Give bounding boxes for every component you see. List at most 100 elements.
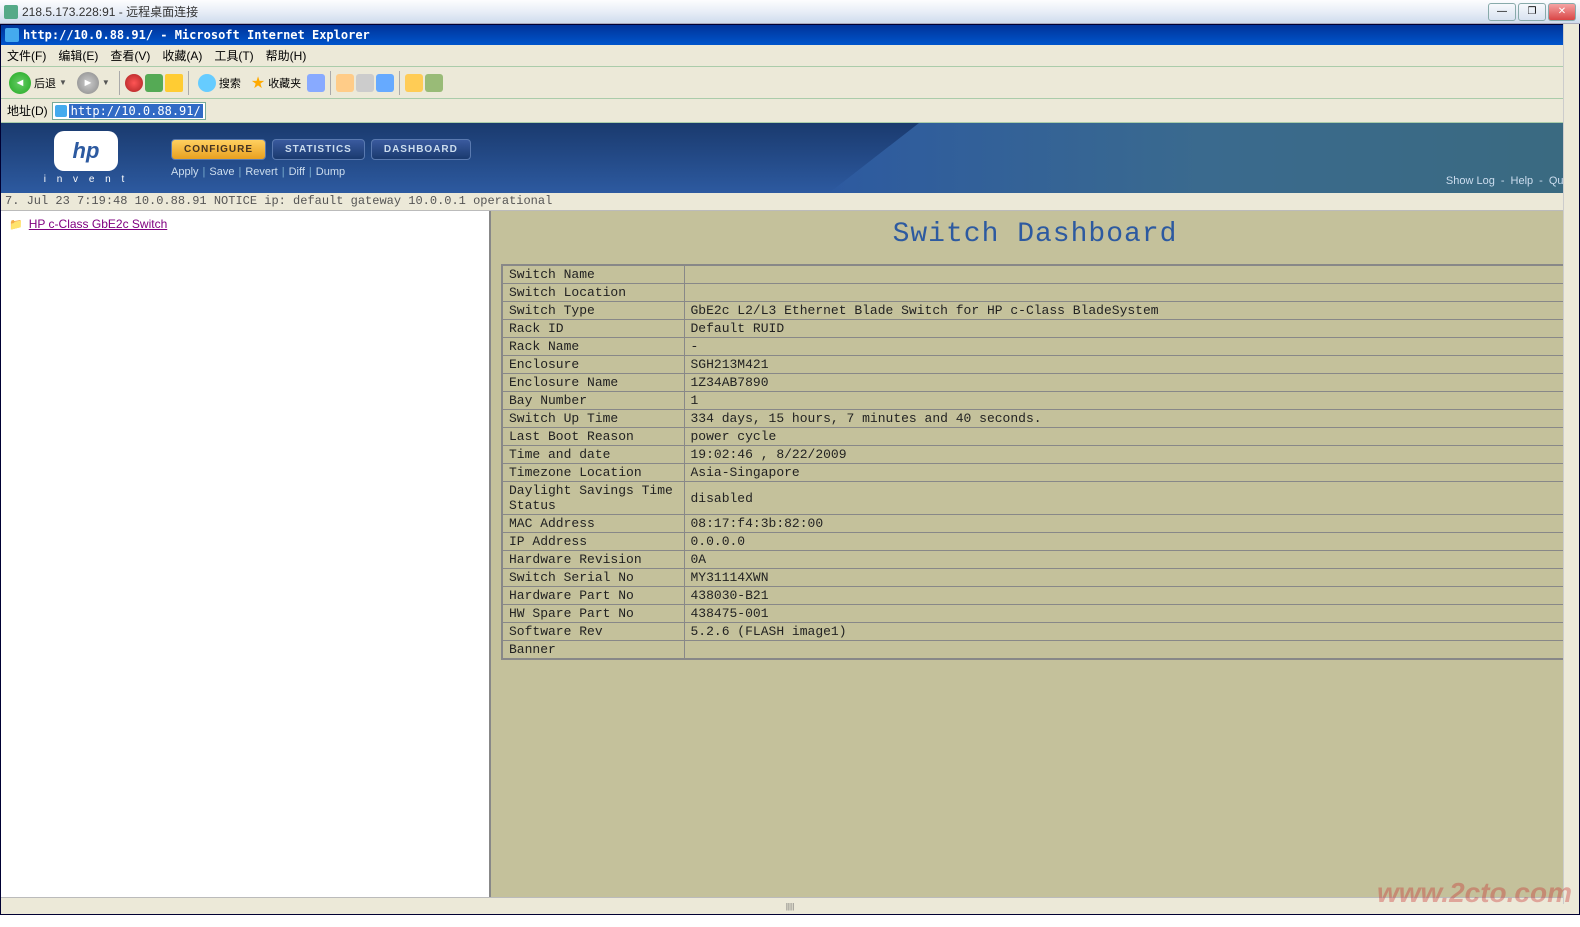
row-key: Time and date xyxy=(502,446,684,464)
row-value: 438475-001 xyxy=(684,605,1564,623)
row-value: 0.0.0.0 xyxy=(684,533,1564,551)
back-button[interactable]: ◄后退▼ xyxy=(5,70,71,96)
favorites-button[interactable]: ★收藏夹 xyxy=(247,71,305,95)
table-row: IP Address0.0.0.0 xyxy=(502,533,1564,551)
table-row: Daylight Savings Time Statusdisabled xyxy=(502,482,1564,515)
row-value: GbE2c L2/L3 Ethernet Blade Switch for HP… xyxy=(684,302,1564,320)
menu-favorites[interactable]: 收藏(A) xyxy=(162,47,202,64)
row-key: Timezone Location xyxy=(502,464,684,482)
menu-file[interactable]: 文件(F) xyxy=(7,47,46,64)
table-row: MAC Address08:17:f4:3b:82:00 xyxy=(502,515,1564,533)
rdp-title: 218.5.173.228:91 - 远程桌面连接 xyxy=(22,3,1488,20)
tree-root-link[interactable]: HP c-Class GbE2c Switch xyxy=(29,217,168,231)
print-icon[interactable] xyxy=(356,74,374,92)
history-icon[interactable] xyxy=(307,74,325,92)
row-key: Hardware Part No xyxy=(502,587,684,605)
link-showlog[interactable]: Show Log xyxy=(1446,175,1495,187)
forward-button[interactable]: ►▼ xyxy=(73,70,114,96)
table-row: Time and date19:02:46 , 8/22/2009 xyxy=(502,446,1564,464)
table-row: EnclosureSGH213M421 xyxy=(502,356,1564,374)
menu-tools[interactable]: 工具(T) xyxy=(214,47,253,64)
stop-icon[interactable] xyxy=(125,74,143,92)
page-icon xyxy=(55,105,67,117)
table-row: Banner xyxy=(502,641,1564,660)
row-key: Switch Name xyxy=(502,265,684,284)
table-row: Last Boot Reasonpower cycle xyxy=(502,428,1564,446)
row-key: MAC Address xyxy=(502,515,684,533)
table-row: Switch Up Time334 days, 15 hours, 7 minu… xyxy=(502,410,1564,428)
table-row: Hardware Part No438030-B21 xyxy=(502,587,1564,605)
ie-toolbar: ◄后退▼ ►▼ 搜索 ★收藏夹 xyxy=(1,67,1579,99)
table-row: HW Spare Part No438475-001 xyxy=(502,605,1564,623)
vertical-scrollbar[interactable] xyxy=(1563,24,1579,904)
home-icon[interactable] xyxy=(165,74,183,92)
row-key: Switch Up Time xyxy=(502,410,684,428)
row-value: SGH213M421 xyxy=(684,356,1564,374)
star-icon: ★ xyxy=(251,73,265,93)
search-icon xyxy=(198,74,216,92)
menu-edit[interactable]: 编辑(E) xyxy=(58,47,98,64)
row-value: 1 xyxy=(684,392,1564,410)
action-revert[interactable]: Revert xyxy=(245,166,277,178)
hp-banner: hp i n v e n t CONFIGURE STATISTICS DASH… xyxy=(1,123,1579,193)
action-diff[interactable]: Diff xyxy=(289,166,305,178)
row-key: Bay Number xyxy=(502,392,684,410)
minimize-button[interactable]: — xyxy=(1488,3,1516,21)
ie-menu-bar: 文件(F) 编辑(E) 查看(V) 收藏(A) 工具(T) 帮助(H) xyxy=(1,45,1579,67)
hp-invent-text: i n v e n t xyxy=(44,174,129,185)
tab-configure[interactable]: CONFIGURE xyxy=(171,139,266,160)
horizontal-scrollbar[interactable]: |||| xyxy=(1,897,1579,914)
close-button[interactable]: ✕ xyxy=(1548,3,1576,21)
row-value: 334 days, 15 hours, 7 minutes and 40 sec… xyxy=(684,410,1564,428)
table-row: Enclosure Name1Z34AB7890 xyxy=(502,374,1564,392)
address-value: http://10.0.88.91/ xyxy=(69,104,203,118)
table-row: Switch Name xyxy=(502,265,1564,284)
row-key: Switch Location xyxy=(502,284,684,302)
action-save[interactable]: Save xyxy=(209,166,234,178)
row-value xyxy=(684,284,1564,302)
edit-icon[interactable] xyxy=(376,74,394,92)
search-button[interactable]: 搜索 xyxy=(194,72,245,94)
tree-root[interactable]: 📁 HP c-Class GbE2c Switch xyxy=(9,217,481,231)
row-value: 1Z34AB7890 xyxy=(684,374,1564,392)
ie-window: http://10.0.88.91/ - Microsoft Internet … xyxy=(0,24,1580,915)
row-value: 08:17:f4:3b:82:00 xyxy=(684,515,1564,533)
row-key: Switch Type xyxy=(502,302,684,320)
action-dump[interactable]: Dump xyxy=(316,166,345,178)
tool-icon[interactable] xyxy=(425,74,443,92)
window-controls: — ❐ ✕ xyxy=(1488,3,1576,21)
link-help[interactable]: Help xyxy=(1511,175,1534,187)
table-row: Bay Number 1 xyxy=(502,392,1564,410)
row-value: 19:02:46 , 8/22/2009 xyxy=(684,446,1564,464)
table-row: Hardware Revision0A xyxy=(502,551,1564,569)
mail-icon[interactable] xyxy=(336,74,354,92)
tab-statistics[interactable]: STATISTICS xyxy=(272,139,365,160)
separator xyxy=(330,71,331,95)
address-label: 地址(D) xyxy=(7,102,48,119)
tab-dashboard[interactable]: DASHBOARD xyxy=(371,139,471,160)
hp-logo-icon: hp xyxy=(54,131,118,171)
hp-logo-area: hp i n v e n t xyxy=(1,123,171,193)
folder-icon[interactable] xyxy=(405,74,423,92)
menu-help[interactable]: 帮助(H) xyxy=(266,47,307,64)
address-bar: 地址(D) http://10.0.88.91/ xyxy=(1,99,1579,123)
refresh-icon[interactable] xyxy=(145,74,163,92)
maximize-button[interactable]: ❐ xyxy=(1518,3,1546,21)
row-value: MY31114XWN xyxy=(684,569,1564,587)
address-field[interactable]: http://10.0.88.91/ xyxy=(52,102,206,120)
table-row: Timezone LocationAsia-Singapore xyxy=(502,464,1564,482)
row-key: Enclosure Name xyxy=(502,374,684,392)
row-value: 5.2.6 (FLASH image1) xyxy=(684,623,1564,641)
row-value: Asia-Singapore xyxy=(684,464,1564,482)
row-key: Software Rev xyxy=(502,623,684,641)
action-apply[interactable]: Apply xyxy=(171,166,199,178)
row-key: Rack ID xyxy=(502,320,684,338)
menu-view[interactable]: 查看(V) xyxy=(110,47,150,64)
row-key: Banner xyxy=(502,641,684,660)
table-row: Switch Location xyxy=(502,284,1564,302)
dashboard-table: Switch NameSwitch LocationSwitch TypeGbE… xyxy=(501,264,1565,660)
ie-icon xyxy=(5,28,19,42)
row-value: disabled xyxy=(684,482,1564,515)
ie-title: http://10.0.88.91/ - Microsoft Internet … xyxy=(23,28,370,42)
tree-pane: 📁 HP c-Class GbE2c Switch xyxy=(1,211,491,897)
